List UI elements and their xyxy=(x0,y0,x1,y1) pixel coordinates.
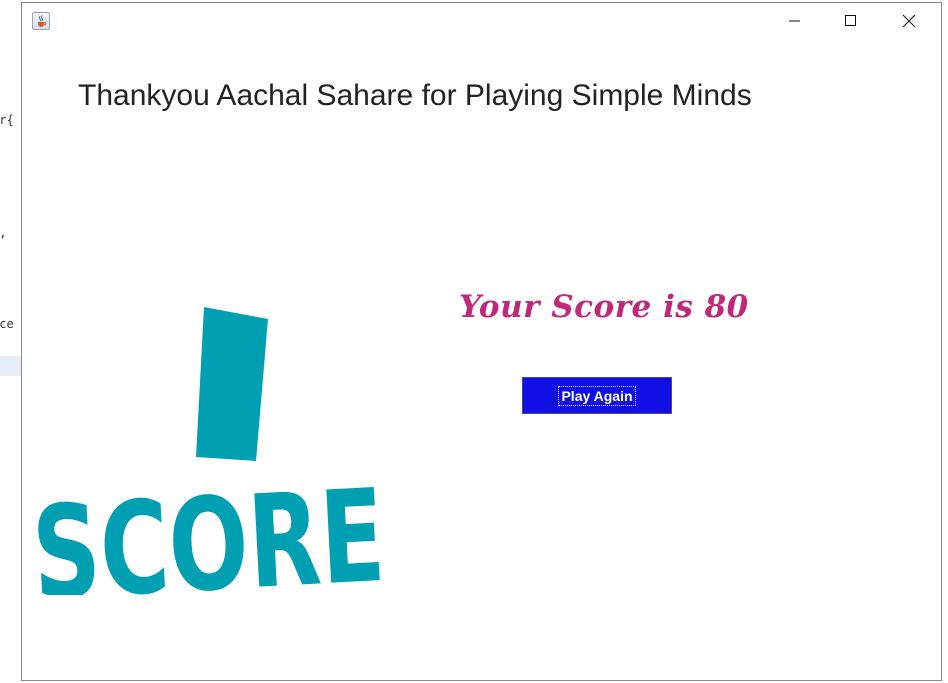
java-cup-icon[interactable] xyxy=(32,12,50,30)
maximize-icon xyxy=(845,15,856,26)
code-fragment: rce xyxy=(0,317,14,331)
game-window: Thankyou Aachal Sahare for Playing Simpl… xyxy=(21,2,942,681)
title-bar[interactable] xyxy=(22,3,941,39)
maximize-button[interactable] xyxy=(828,3,874,39)
play-again-button[interactable]: Play Again xyxy=(522,377,672,414)
score-graphic-text: SCORE xyxy=(30,462,388,595)
thanks-heading: Thankyou Aachal Sahare for Playing Simpl… xyxy=(78,79,752,112)
score-graphic: SCORE xyxy=(30,307,388,595)
score-message: Your Score is 80 xyxy=(459,289,749,325)
background-ide-strip: er{ h, rce xyxy=(0,0,22,683)
minimize-icon xyxy=(789,20,800,22)
minimize-button[interactable] xyxy=(772,3,818,39)
close-icon xyxy=(902,14,916,28)
ide-highlight-line xyxy=(0,356,22,376)
game-content: Thankyou Aachal Sahare for Playing Simpl… xyxy=(22,39,941,680)
code-fragment: h, xyxy=(0,226,6,240)
close-button[interactable] xyxy=(886,3,932,39)
code-fragment: er{ xyxy=(0,113,14,127)
exclamation-bar xyxy=(196,307,268,461)
play-again-label: Play Again xyxy=(558,385,636,406)
